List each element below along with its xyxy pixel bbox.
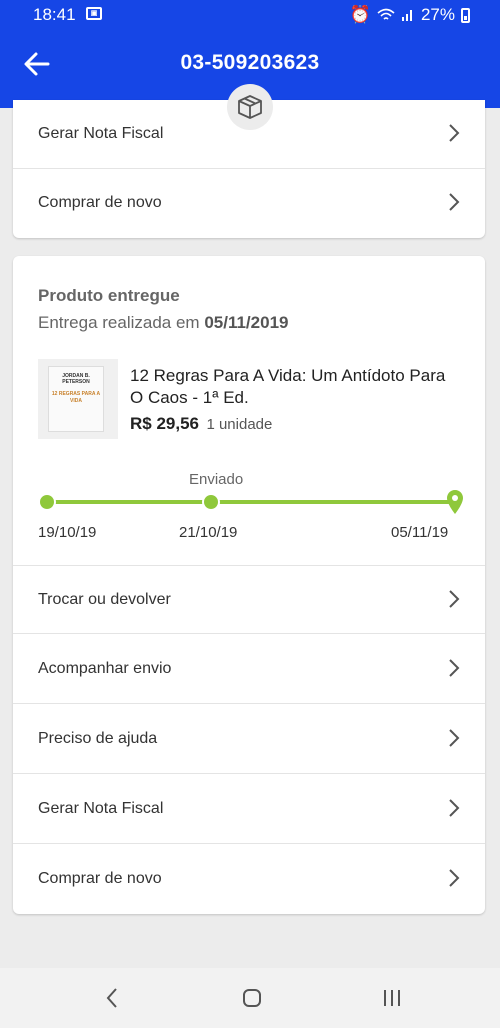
delivery-date-text: Entrega realizada em 05/11/2019	[38, 313, 288, 333]
row-trocar-ou-devolver[interactable]: Trocar ou devolver	[13, 565, 485, 634]
chevron-right-icon	[449, 590, 460, 608]
box-badge	[227, 84, 273, 130]
chevron-right-icon	[449, 193, 460, 211]
row-label: Gerar Nota Fiscal	[38, 800, 164, 817]
row-label: Acompanhar envio	[38, 660, 172, 677]
product-price: R$ 29,56	[130, 414, 199, 433]
delivery-card: Produto entregue Entrega realizada em 05…	[13, 256, 485, 914]
wifi-icon	[377, 8, 395, 20]
timeline-mid-label: Enviado	[189, 471, 244, 488]
row-label: Comprar de novo	[38, 870, 162, 887]
status-icons: ⏰ 27%	[350, 5, 470, 25]
chevron-right-icon	[449, 869, 460, 887]
row-gerar-nota-fiscal[interactable]: Gerar Nota Fiscal	[13, 775, 485, 844]
box-icon	[238, 95, 262, 119]
status-time: 18:41	[33, 5, 76, 24]
book-cover-title: 12 REGRAS PARA A VIDA	[51, 391, 101, 404]
row-comprar-de-novo[interactable]: Comprar de novo	[13, 169, 485, 238]
row-comprar-de-novo[interactable]: Comprar de novo	[13, 845, 485, 914]
timeline-dot-mid	[202, 493, 220, 511]
delivery-date: 05/11/2019	[204, 313, 289, 332]
row-label: Preciso de ajuda	[38, 730, 158, 747]
nav-back-icon[interactable]	[100, 986, 124, 1010]
signal-icon	[401, 10, 412, 21]
product-quantity: 1 unidade	[206, 416, 273, 433]
gallery-notification-icon: ▣	[86, 7, 102, 20]
row-label: Gerar Nota Fiscal	[38, 125, 164, 142]
chevron-right-icon	[449, 729, 460, 747]
timeline-progress-line	[48, 500, 454, 504]
location-pin-icon	[447, 490, 463, 514]
book-cover-author: JORDAN B. PETERSON	[62, 373, 90, 385]
alarm-icon: ⏰	[349, 5, 371, 24]
order-number-title: 03-509203623	[180, 51, 320, 74]
row-preciso-de-ajuda[interactable]: Preciso de ajuda	[13, 705, 485, 774]
system-nav-bar	[0, 968, 500, 1028]
product-thumbnail[interactable]: JORDAN B. PETERSON 12 REGRAS PARA A VIDA	[38, 359, 118, 439]
price-line: R$ 29,56 1 unidade	[130, 414, 272, 434]
row-label: Trocar ou devolver	[38, 591, 171, 608]
delivery-status-title: Produto entregue	[38, 286, 180, 305]
chevron-right-icon	[449, 124, 460, 142]
status-bar: 18:41 ▣ ⏰ 27%	[0, 0, 500, 29]
timeline-date-mid: 21/10/19	[179, 524, 238, 541]
battery-icon	[461, 7, 470, 23]
product-name[interactable]: 12 Regras Para A Vida: Um Antídoto Para …	[130, 365, 460, 409]
nav-home-icon[interactable]	[240, 986, 264, 1010]
timeline-date-start: 19/10/19	[38, 524, 97, 541]
row-label: Comprar de novo	[38, 194, 162, 211]
chevron-right-icon	[449, 799, 460, 817]
battery-percent: 27%	[420, 5, 455, 24]
delivery-date-prefix: Entrega realizada em	[38, 313, 200, 332]
book-cover-image: JORDAN B. PETERSON 12 REGRAS PARA A VIDA	[48, 366, 104, 432]
nav-recents-icon[interactable]	[380, 986, 404, 1010]
row-acompanhar-envio[interactable]: Acompanhar envio	[13, 635, 485, 704]
timeline-date-end: 05/11/19	[391, 524, 449, 541]
chevron-right-icon	[449, 659, 460, 677]
timeline-dot-start	[38, 493, 56, 511]
